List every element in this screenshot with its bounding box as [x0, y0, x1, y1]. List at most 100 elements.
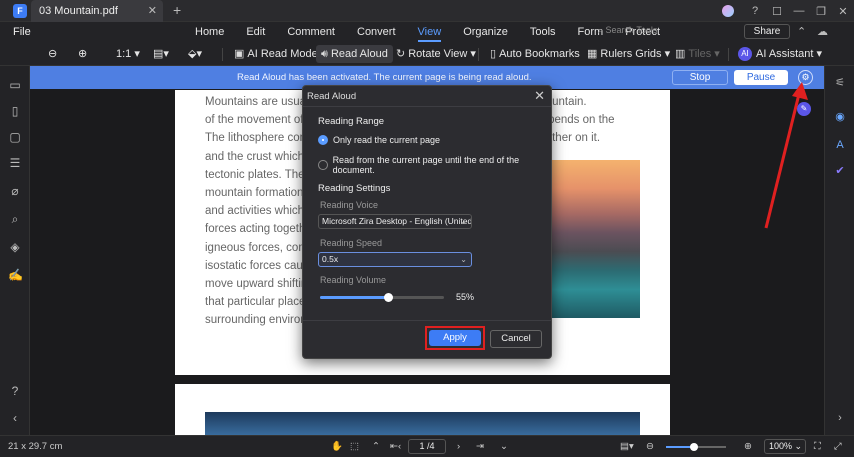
read-aloud-button[interactable]: 🔊︎ Read Aloud — [316, 45, 393, 63]
cancel-button[interactable]: Cancel — [490, 330, 542, 348]
tab-close-icon[interactable]: ✕ — [148, 0, 157, 22]
collapse-left-icon[interactable]: ‹ — [8, 411, 22, 425]
fit-page-icon[interactable]: ⛶ — [814, 441, 821, 452]
speaker-icon: 🔊︎ — [321, 48, 328, 60]
rotate-view-label: Rotate View — [408, 48, 468, 60]
menu-bar: File Home Edit Comment Convert View Orga… — [0, 22, 854, 42]
attachment-icon[interactable]: ⌀ — [8, 184, 22, 198]
search-tools[interactable]: ⌕ Search Tools — [598, 25, 657, 36]
read-aloud-dialog: Read Aloud ✕ Reading Range Only read the… — [302, 85, 552, 359]
pages-icon[interactable]: ▭ — [8, 78, 22, 92]
prev-page-icon[interactable]: ‹ — [398, 441, 401, 452]
option-current-label: Only read the current page — [333, 135, 441, 145]
signature-icon[interactable]: ✍ — [8, 268, 23, 282]
help-icon[interactable]: ? — [744, 5, 766, 17]
zoom-out-small-icon[interactable]: ⊖ — [646, 441, 654, 452]
ruler-icon: ▦ — [587, 48, 598, 60]
menu-tools[interactable]: Tools — [530, 26, 556, 38]
auto-bookmarks-button[interactable]: ▯ Auto Bookmarks — [490, 45, 580, 63]
search-icon[interactable]: ⌕ — [8, 212, 22, 226]
zoom-in-icon[interactable]: ⊕ — [78, 45, 87, 63]
menu-file[interactable]: File — [13, 26, 31, 38]
page-layout-icon[interactable]: ▤▾ — [620, 441, 634, 452]
share-button[interactable]: Share — [744, 24, 790, 39]
minimize-icon[interactable]: — — [788, 5, 810, 17]
zoom-out-icon[interactable]: ⊖ — [48, 45, 57, 63]
reading-voice-select[interactable]: Microsoft Zira Desktop - English (United… — [318, 214, 472, 229]
fullscreen-icon[interactable]: ⤢ — [834, 441, 842, 452]
rulers-grids-button[interactable]: ▦ Rulers Grids ▾ — [587, 45, 670, 63]
arrow-shaft — [764, 89, 802, 229]
check-icon[interactable]: ✔ — [833, 164, 847, 178]
layers-icon[interactable]: ◈ — [8, 240, 22, 254]
chat-ai-icon[interactable]: ◉ — [833, 110, 847, 124]
page-indicator[interactable]: 1 /4 — [408, 439, 446, 454]
toolbar-divider — [728, 48, 729, 61]
volume-value: 55% — [456, 292, 475, 302]
arrow-head — [792, 82, 808, 100]
background-fill-icon[interactable]: ⬙▾ — [188, 45, 202, 63]
rotate-icon: ↻ — [396, 48, 406, 60]
apply-button[interactable]: Apply — [429, 330, 481, 346]
comments-icon[interactable]: ▢ — [8, 130, 22, 144]
menu-convert[interactable]: Convert — [357, 26, 396, 38]
stop-button[interactable]: Stop — [672, 70, 728, 85]
page-display-icon[interactable]: ▤▾ — [153, 45, 169, 63]
scroll-down-icon[interactable]: ⌄ — [500, 441, 508, 452]
rotate-view-button[interactable]: ↻ Rotate View ▾ — [396, 45, 476, 63]
next-page-icon[interactable]: › — [457, 441, 460, 452]
option-current-page[interactable]: Only read the current page — [318, 135, 440, 145]
document-tab[interactable]: 03 Mountain.pdf ✕ — [31, 0, 163, 22]
zoom-select[interactable]: 100% ⌄ — [764, 439, 806, 454]
menu-comment[interactable]: Comment — [287, 26, 335, 38]
zoom-slider-thumb[interactable] — [690, 443, 699, 451]
starry-sky-photo — [205, 412, 640, 435]
menu-home[interactable]: Home — [195, 26, 224, 38]
zoom-slider[interactable] — [666, 443, 726, 451]
left-sidebar: ▭ ▯ ▢ ☰ ⌀ ⌕ ◈ ✍ ? ‹ — [0, 66, 30, 435]
tiles-label: Tiles — [688, 48, 712, 60]
restore-icon[interactable]: ❐ — [810, 5, 832, 18]
last-page-icon[interactable]: ⇥ — [476, 441, 484, 452]
collapse-right-icon[interactable]: › — [833, 411, 847, 425]
expand-icon[interactable]: ⌃ — [797, 25, 806, 38]
zoom-ratio-button[interactable]: 1:1 ▾ — [116, 45, 140, 63]
reading-settings-heading: Reading Settings — [318, 183, 391, 194]
menu-view[interactable]: View — [417, 26, 441, 42]
reading-voice-value: Microsoft Zira Desktop - English (United… — [322, 216, 472, 226]
translate-icon[interactable]: A — [833, 138, 847, 152]
menu-edit[interactable]: Edit — [246, 26, 265, 38]
hand-tool-icon[interactable]: ✋ — [331, 441, 343, 452]
app-logo: F — [13, 4, 27, 18]
menu-organize[interactable]: Organize — [463, 26, 508, 38]
option-until-end[interactable]: Read from the current page until the end… — [318, 155, 551, 175]
dialog-close-icon[interactable]: ✕ — [534, 88, 545, 104]
properties-icon[interactable]: ⚟ — [833, 76, 847, 90]
radio-selected-icon[interactable] — [318, 135, 328, 145]
avatar[interactable] — [722, 5, 734, 17]
right-sidebar: ⚟ ◉ A ✔ › — [824, 66, 854, 435]
read-aloud-label: Read Aloud — [330, 48, 388, 60]
ai-assistant-button[interactable]: AI AI Assistant ▾ — [738, 45, 822, 63]
first-page-icon[interactable]: ⇤ — [390, 441, 398, 452]
radio-unselected-icon[interactable] — [318, 160, 328, 170]
cloud-icon[interactable]: ☁ — [817, 25, 828, 38]
scroll-up-icon[interactable]: ⌃ — [372, 441, 380, 452]
thumbnails-icon[interactable]: ☰ — [8, 156, 22, 170]
new-tab-icon[interactable]: + — [173, 2, 181, 18]
ai-read-mode-button[interactable]: ▣ AI Read Mode — [234, 45, 318, 63]
help-circle-icon[interactable]: ? — [8, 384, 22, 398]
reading-speed-select[interactable]: 0.5x ⌄ — [318, 252, 472, 267]
bookmarks-icon[interactable]: ▯ — [8, 104, 22, 118]
select-tool-icon[interactable]: ⬚ — [350, 441, 359, 452]
tiles-button: ▥ Tiles ▾ — [675, 45, 720, 63]
volume-slider[interactable] — [320, 293, 444, 302]
close-icon[interactable]: ✕ — [832, 5, 854, 18]
volume-slider-thumb[interactable] — [384, 293, 394, 302]
zoom-in-small-icon[interactable]: ⊕ — [744, 441, 752, 452]
notification-icon[interactable]: ☐ — [766, 5, 788, 18]
banner-message: Read Aloud has been activated. The curre… — [237, 72, 532, 83]
view-toolbar: ⊖ ⊕ 1:1 ▾ ▤▾ ⬙▾ ▣ AI Read Mode 🔊︎ Read Alo… — [0, 42, 854, 66]
zoom-ratio-label: 1:1 — [116, 48, 132, 60]
dialog-divider — [303, 320, 551, 321]
